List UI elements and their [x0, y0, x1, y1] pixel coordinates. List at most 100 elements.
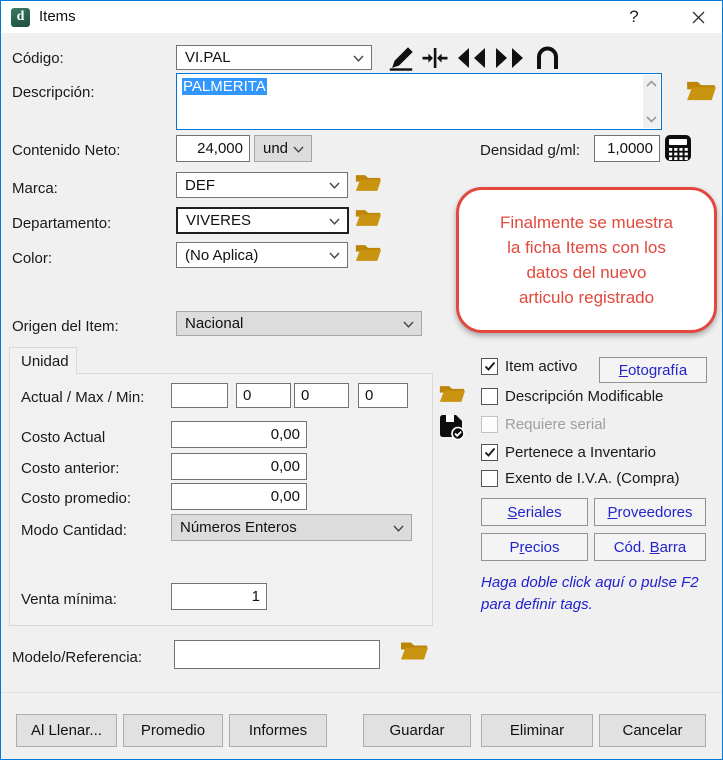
modo-cantidad-combobox[interactable]: Números Enteros — [171, 514, 412, 541]
collapse-arrows-icon[interactable] — [422, 46, 448, 70]
prev-record-icon[interactable] — [455, 46, 489, 70]
callout-line: la ficha Items con los — [507, 235, 666, 260]
items-dialog-window: d Items ? Código: VI.PAL — [0, 0, 723, 760]
callout-line: Finalmente se muestra — [500, 210, 673, 235]
checkbox-descripcion-modificable[interactable]: Descripción Modificable — [481, 388, 663, 406]
color-folder-icon[interactable] — [354, 241, 382, 265]
chevron-down-icon — [329, 218, 340, 225]
precios-button[interactable]: Precios — [481, 533, 588, 561]
modo-cantidad-label: Modo Cantidad: — [21, 522, 127, 539]
button-text: P — [509, 539, 519, 556]
unidad-medida-combobox[interactable]: und — [254, 135, 312, 162]
departamento-label: Departamento: — [12, 215, 111, 232]
departamento-combobox[interactable]: VIVERES — [176, 207, 349, 234]
modelo-folder-icon[interactable] — [399, 638, 429, 664]
checkbox-box[interactable] — [481, 358, 498, 375]
button-text: Cód. — [614, 539, 650, 556]
checkbox-label: Pertenece a Inventario — [505, 444, 656, 462]
close-button[interactable] — [673, 1, 723, 33]
venta-minima-input[interactable] — [171, 583, 267, 610]
button-text: B — [650, 539, 660, 556]
checkbox-label: Descripción Modificable — [505, 388, 663, 406]
costo-promedio-label: Costo promedio: — [21, 490, 131, 507]
min-input[interactable] — [294, 383, 349, 408]
tags-hint-line: para definir tags. — [481, 594, 699, 616]
origen-value: Nacional — [185, 315, 243, 332]
origen-combobox[interactable]: Nacional — [176, 311, 422, 336]
fotografia-button[interactable]: Fotografía — [599, 357, 707, 383]
costo-promedio-input[interactable] — [171, 483, 307, 510]
marca-value: DEF — [185, 177, 215, 194]
descripcion-label: Descripción: — [12, 84, 95, 101]
venta-minima-label: Venta mínima: — [21, 591, 117, 608]
actual-max-min-label: Actual / Max / Min: — [21, 389, 144, 406]
callout-line: datos del nuevo — [526, 260, 646, 285]
origen-label: Origen del Item: — [12, 318, 119, 335]
unidad-medida-value: und — [263, 140, 288, 157]
cancelar-button[interactable]: Cancelar — [599, 714, 706, 747]
contenido-neto-label: Contenido Neto: — [12, 142, 120, 159]
help-button[interactable]: ? — [613, 1, 655, 33]
checkbox-label: Exento de I.V.A. (Compra) — [505, 470, 680, 488]
max-input[interactable] — [236, 383, 291, 408]
checkbox-label: Item activo — [505, 358, 578, 376]
modo-cantidad-value: Números Enteros — [180, 519, 297, 536]
actual-input[interactable] — [171, 383, 228, 408]
undo-icon[interactable] — [534, 45, 561, 70]
chevron-down-icon — [393, 525, 404, 532]
marca-folder-icon[interactable] — [354, 171, 382, 195]
costo-anterior-label: Costo anterior: — [21, 460, 119, 477]
close-icon — [692, 11, 705, 24]
edit-icon[interactable] — [387, 45, 415, 72]
tutorial-callout: Finalmente se muestra la ficha Items con… — [456, 187, 717, 333]
tags-hint[interactable]: Haga doble click aquí o pulse F2 para de… — [481, 572, 699, 616]
callout-line: articulo registrado — [519, 285, 654, 310]
checkbox-requiere-serial: Requiere serial — [481, 416, 606, 434]
promedio-button[interactable]: Promedio — [123, 714, 223, 747]
guardar-button[interactable]: Guardar — [363, 714, 471, 747]
contenido-neto-input[interactable] — [176, 135, 250, 162]
button-text: F — [619, 362, 628, 379]
checkbox-box[interactable] — [481, 470, 498, 487]
departamento-folder-icon[interactable] — [354, 206, 382, 230]
informes-button[interactable]: Informes — [229, 714, 327, 747]
descripcion-textarea[interactable]: PALMERITA — [176, 73, 662, 130]
chevron-down-icon — [403, 321, 414, 328]
next-record-icon[interactable] — [492, 46, 526, 70]
chevron-down-icon — [353, 55, 364, 62]
codigo-value: VI.PAL — [185, 49, 231, 66]
window-title: Items — [39, 8, 76, 25]
descripcion-scrollbar[interactable] — [643, 75, 660, 128]
seriales-button[interactable]: Seriales — [481, 498, 588, 526]
cod-barra-button[interactable]: Cód. Barra — [594, 533, 706, 561]
proveedores-button[interactable]: Proveedores — [594, 498, 706, 526]
marca-combobox[interactable]: DEF — [176, 172, 348, 198]
calculator-icon[interactable] — [664, 134, 692, 162]
floppy-check-icon[interactable] — [437, 412, 465, 440]
checkmark-icon — [484, 447, 496, 458]
descripcion-folder-icon[interactable] — [685, 77, 717, 105]
eliminar-button[interactable]: Eliminar — [481, 714, 593, 747]
title-bar: d Items ? — [1, 1, 722, 33]
densidad-input[interactable] — [594, 135, 660, 162]
al-llenar-button[interactable]: Al Llenar... — [16, 714, 117, 747]
stock-folder-icon[interactable] — [438, 382, 466, 406]
checkbox-pertenece-inventario[interactable]: Pertenece a Inventario — [481, 444, 656, 462]
costo-anterior-input[interactable] — [171, 453, 307, 480]
checkbox-exento-iva[interactable]: Exento de I.V.A. (Compra) — [481, 470, 680, 488]
densidad-label: Densidad g/ml: — [480, 142, 580, 159]
tab-unidad[interactable]: Unidad — [9, 347, 77, 374]
checkbox-box[interactable] — [481, 388, 498, 405]
tags-hint-line: Haga doble click aquí o pulse F2 — [481, 572, 699, 594]
button-text: P — [607, 504, 617, 521]
costo-actual-input[interactable] — [171, 421, 307, 448]
codigo-combobox[interactable]: VI.PAL — [176, 45, 372, 70]
costo-actual-label: Costo Actual — [21, 429, 105, 446]
scroll-up-icon[interactable] — [646, 80, 657, 87]
scroll-down-icon[interactable] — [646, 116, 657, 123]
checkbox-box[interactable] — [481, 444, 498, 461]
color-combobox[interactable]: (No Aplica) — [176, 242, 348, 268]
extra-stock-input[interactable] — [358, 383, 408, 408]
modelo-referencia-input[interactable] — [174, 640, 380, 669]
checkbox-item-activo[interactable]: Item activo — [481, 358, 578, 376]
